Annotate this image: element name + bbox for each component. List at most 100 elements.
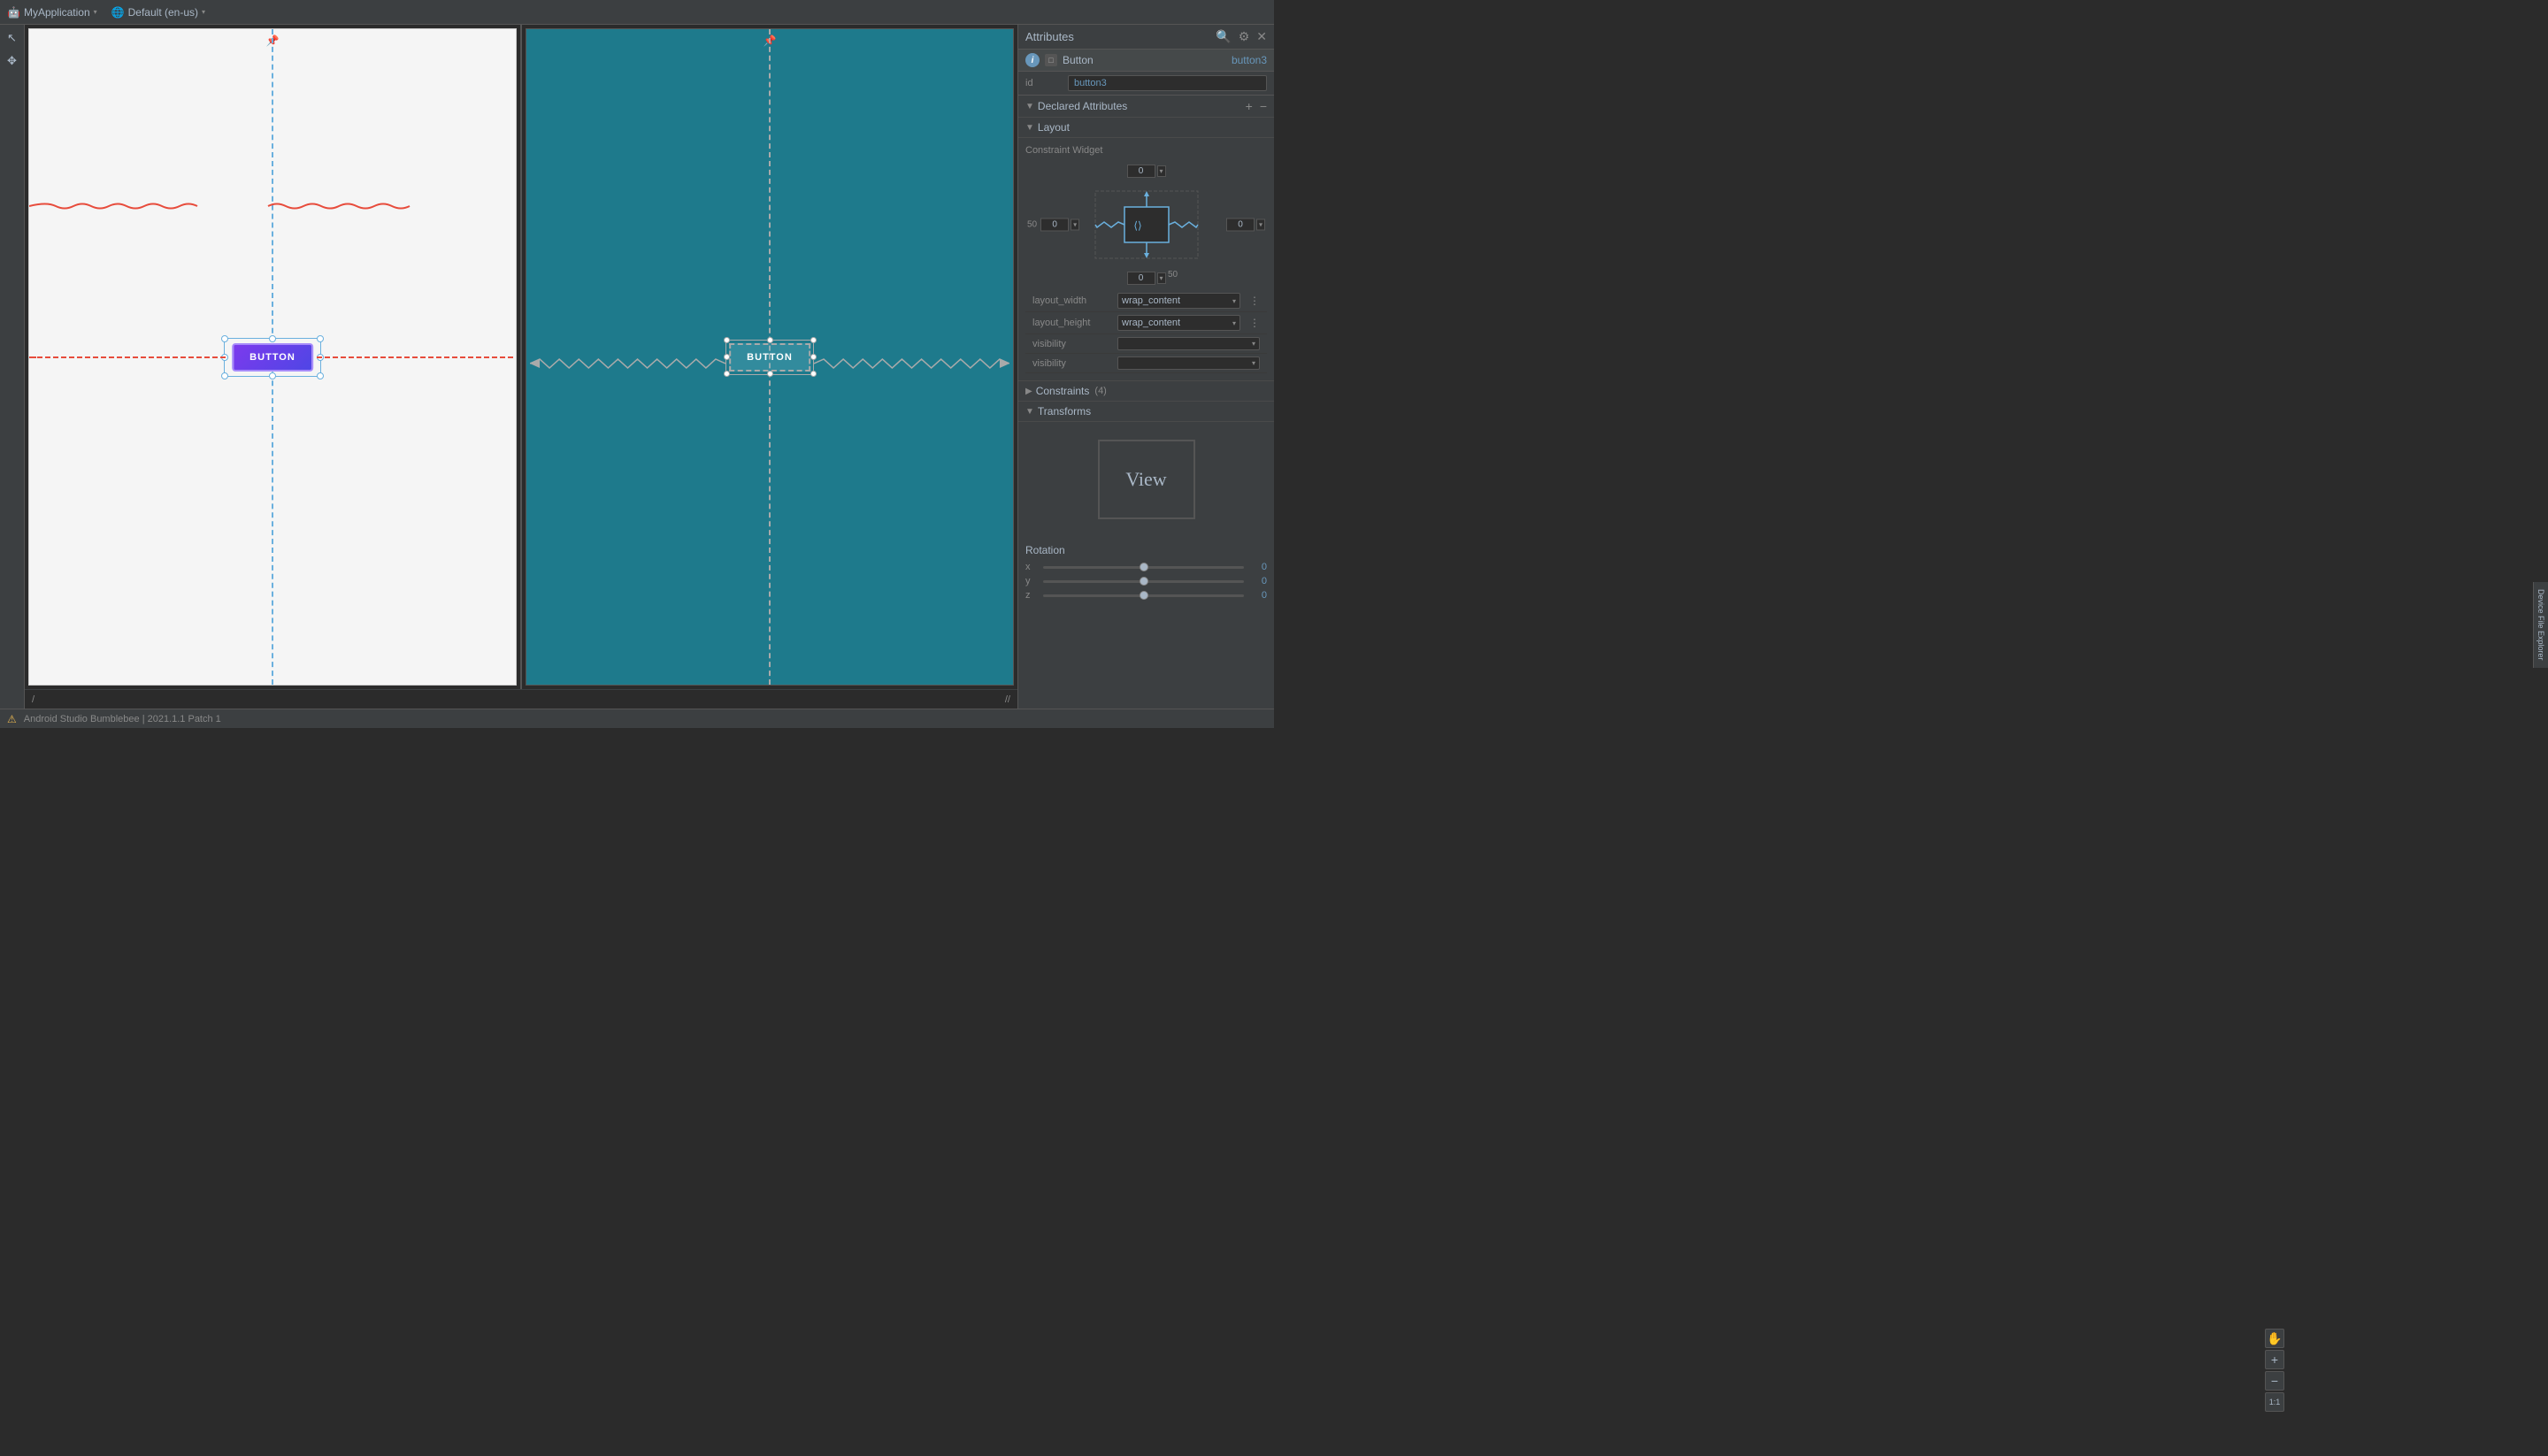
left-side-value: 50 [1027,220,1037,230]
layout-section: Constraint Widget ▾ ▾ 50 [1018,138,1274,381]
settings-icon[interactable]: ⚙ [1239,29,1250,44]
rotation-y-row: y 0 [1025,576,1267,586]
rotation-x-thumb [1140,563,1148,571]
margin-left-container: 50 ▾ [1027,218,1079,232]
right-constraint-light [317,356,516,358]
margin-bottom-dropdown[interactable]: ▾ [1156,272,1165,284]
rotation-z-slider[interactable] [1043,594,1244,597]
layout-height-more[interactable]: ⋮ [1249,317,1260,329]
info-icon: i [1025,53,1040,67]
default-icon: 🌐 [111,6,125,19]
visibility-dropdown-2[interactable]: ▾ [1117,356,1260,370]
button-widget-dark[interactable]: BUTTON [729,343,810,372]
constraint-svg: ⟨⟩ [1094,189,1200,260]
rotation-z-row: z 0 [1025,590,1267,601]
bottom-side-label: 50 [1168,270,1178,280]
id-label: id [1025,78,1061,88]
margin-bottom-container: ▾ [1126,272,1165,285]
margin-left-input[interactable] [1040,218,1069,232]
default-label: Default (en-us) [128,6,198,19]
rotation-y-slider[interactable] [1043,580,1244,583]
margin-right-container: ▾ [1226,218,1265,232]
handle-bc-dark[interactable] [767,371,773,377]
margin-top-container: ▾ [1126,165,1165,178]
margin-right-input[interactable] [1226,218,1255,232]
component-type-label: Button [1063,54,1226,66]
app-label: MyApplication [24,6,90,19]
app-selector[interactable]: 🤖 MyApplication ▾ [7,6,97,19]
view-preview-container: View [1018,422,1274,537]
rotation-x-value: 0 [1251,562,1267,572]
constraints-count: (4) [1094,386,1106,396]
layout-width-dropdown[interactable]: wrap_content ▾ [1117,293,1240,309]
margin-right-dropdown[interactable]: ▾ [1256,219,1265,231]
button-label-dark: BUTTON [747,352,793,363]
handle-bl-dark[interactable] [724,371,730,377]
left-toolbar: ↖ ✥ [0,25,25,709]
scroll-panel[interactable]: ▼ Declared Attributes + − ▼ Layout Const… [1018,96,1274,709]
left-constraint-dark [530,357,725,370]
layout-width-arrow: ▾ [1232,297,1236,305]
add-attr-button[interactable]: + [1246,99,1253,113]
handle-bl-light[interactable] [221,372,228,379]
layout-height-label: layout_height [1032,318,1112,328]
margin-left-dropdown[interactable]: ▾ [1071,219,1079,231]
declared-attrs-chevron: ▼ [1025,102,1034,111]
rotation-y-label: y [1025,576,1036,586]
handle-tr-dark[interactable] [810,337,817,343]
layout-height-row: layout_height wrap_content ▾ ⋮ [1025,312,1267,334]
panel-header: Attributes 🔍 ⚙ ✕ [1018,25,1274,50]
margin-top-input[interactable] [1126,165,1155,178]
visibility-arrow-1: ▾ [1252,340,1255,348]
layout-width-more[interactable]: ⋮ [1249,295,1260,307]
visibility-dropdown-1[interactable]: ▾ [1117,337,1260,350]
declared-attrs-header[interactable]: ▼ Declared Attributes + − [1018,96,1274,118]
toolbar-move-icon[interactable]: ✥ [3,51,22,71]
constraint-diagram[interactable]: ▾ ▾ 50 ▾ ▾ [1025,163,1267,287]
default-selector[interactable]: 🌐 Default (en-us) ▾ [111,6,205,19]
dark-panel[interactable]: 📌 BUTTON [526,28,1014,686]
rotation-y-value: 0 [1251,576,1267,586]
layout-section-header[interactable]: ▼ Layout [1018,118,1274,138]
component-id-label: button3 [1232,54,1267,66]
declared-attrs-title: Declared Attributes [1038,100,1127,112]
handle-tl-light[interactable] [221,335,228,342]
canvas-footer: / // [25,689,1017,709]
handle-br-light[interactable] [317,372,324,379]
handle-br-dark[interactable] [810,371,817,377]
left-constraint-light [29,356,228,358]
canvas-panels: 📌 BUTTON [25,25,1017,689]
rotation-z-thumb [1140,591,1148,600]
remove-attr-button[interactable]: − [1260,99,1267,113]
rotation-x-slider[interactable] [1043,566,1244,569]
button-widget-light[interactable]: BUTTON [232,343,313,372]
layout-height-arrow: ▾ [1232,319,1236,327]
app-robot-icon: 🤖 [7,6,20,19]
constraints-section-header[interactable]: ▶ Constraints (4) [1018,381,1274,402]
panel-divider [520,25,522,689]
rotation-section: Rotation x 0 y 0 z [1018,537,1274,611]
margin-top-dropdown[interactable]: ▾ [1156,165,1165,177]
transforms-chevron-icon: ▼ [1025,407,1034,417]
visibility-arrow-2: ▾ [1252,359,1255,367]
toolbar-cursor-icon[interactable]: ↖ [3,28,22,48]
id-input[interactable] [1068,75,1267,91]
transforms-section-header[interactable]: ▼ Transforms [1018,402,1274,422]
margin-bottom-input[interactable] [1126,272,1155,285]
layout-chevron-icon: ▼ [1025,123,1034,133]
close-icon[interactable]: ✕ [1256,29,1267,44]
main-area: ↖ ✥ 📌 BUTTON [0,25,1274,709]
rotation-y-thumb [1140,577,1148,586]
rotation-title: Rotation [1025,544,1267,556]
panel-header-icons: 🔍 ⚙ ✕ [1216,29,1267,44]
button-label-light: BUTTON [249,352,295,363]
status-bar: ⚠ Android Studio Bumblebee | 2021.1.1 Pa… [0,709,1274,728]
handle-tr-light[interactable] [317,335,324,342]
light-panel[interactable]: 📌 BUTTON [28,28,517,686]
rotation-x-label: x [1025,562,1036,572]
layout-height-dropdown[interactable]: wrap_content ▾ [1117,315,1240,331]
search-icon[interactable]: 🔍 [1216,29,1231,44]
canvas-area: 📌 BUTTON [25,25,1017,709]
center-constraint-box: ⟨⟩ [1094,189,1200,260]
visibility-row-2: visibility ▾ [1025,354,1267,373]
